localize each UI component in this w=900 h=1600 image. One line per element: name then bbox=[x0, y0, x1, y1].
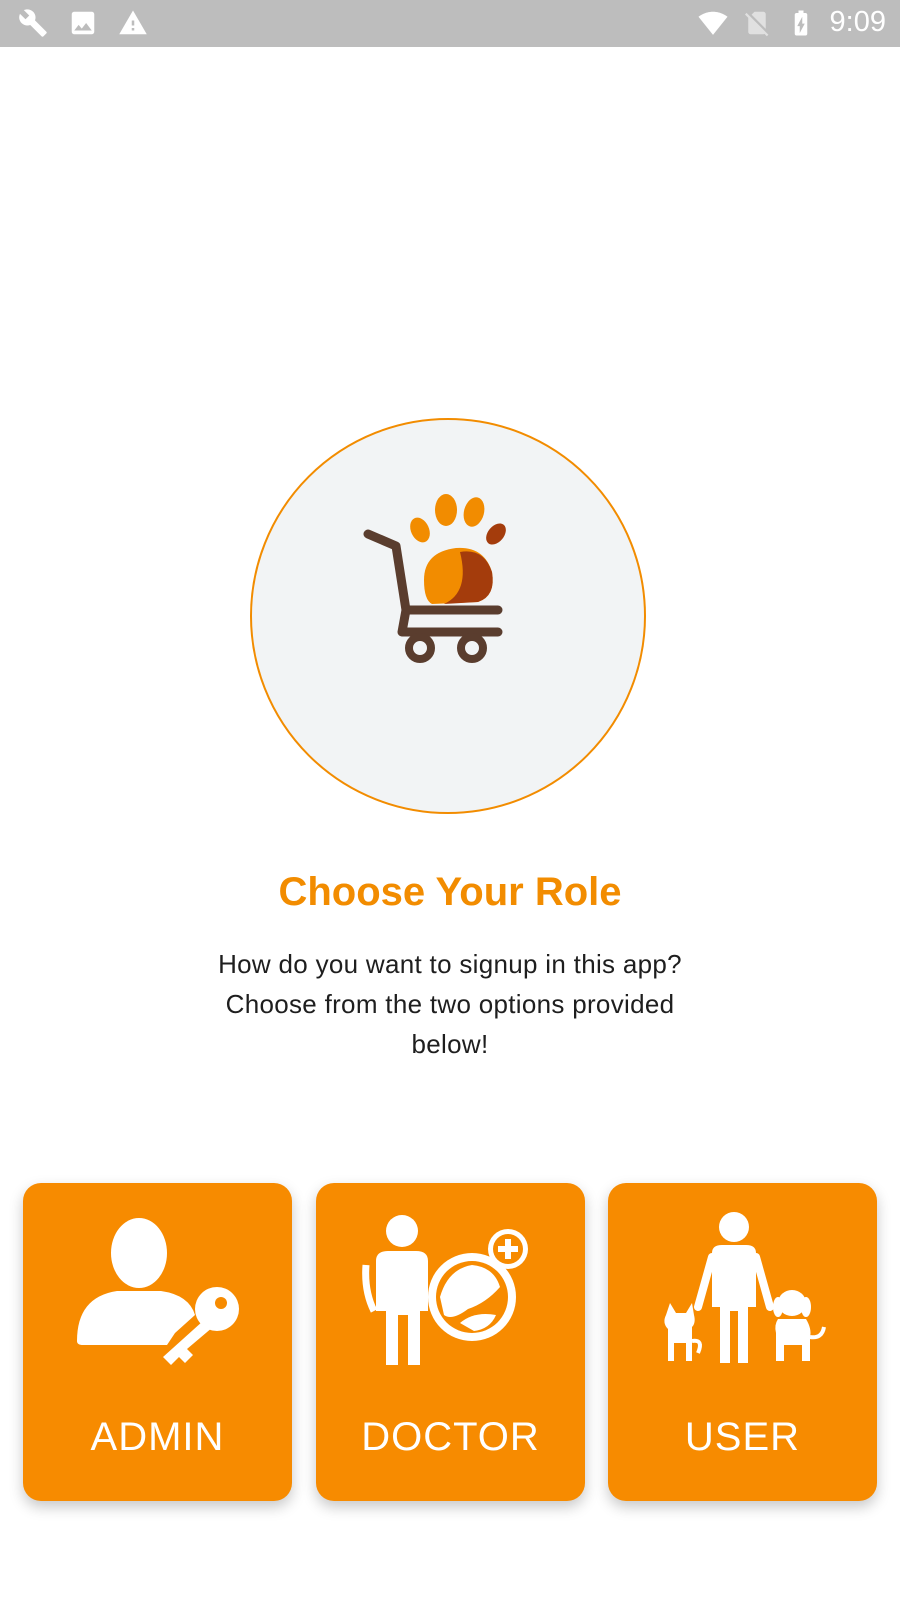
admin-role-label: ADMIN bbox=[90, 1415, 225, 1459]
user-role-button[interactable]: USER bbox=[608, 1183, 877, 1501]
image-icon bbox=[71, 11, 95, 35]
vet-doctor-icon bbox=[362, 1215, 528, 1365]
warning-icon bbox=[119, 10, 147, 35]
paw-shopping-cart-icon bbox=[363, 494, 506, 663]
status-right-icons: 9:09 bbox=[698, 6, 886, 39]
no-sim-icon bbox=[744, 11, 768, 36]
battery-charging-icon bbox=[794, 10, 807, 35]
doctor-role-button[interactable]: DOCTOR bbox=[316, 1183, 585, 1501]
subtitle-line: Choose from the two options provided bbox=[225, 989, 675, 1019]
page-title: Choose Your Role bbox=[278, 870, 622, 914]
app-logo-circle bbox=[250, 418, 646, 814]
admin-role-button[interactable]: ADMIN bbox=[23, 1183, 292, 1501]
pet-owner-icon bbox=[664, 1212, 826, 1363]
status-clock: 9:09 bbox=[829, 6, 886, 38]
subtitle-line: below! bbox=[411, 1029, 489, 1059]
status-left-icons bbox=[18, 8, 148, 38]
wifi-icon bbox=[698, 11, 728, 35]
page-subtitle: How do you want to signup in this app? C… bbox=[180, 944, 720, 1064]
wrench-icon bbox=[19, 9, 47, 37]
user-role-label: USER bbox=[684, 1415, 801, 1459]
admin-key-icon bbox=[77, 1218, 239, 1365]
doctor-role-label: DOCTOR bbox=[361, 1415, 540, 1459]
subtitle-line: How do you want to signup in this app? bbox=[218, 949, 682, 979]
status-bar: 9:09 bbox=[0, 0, 900, 47]
